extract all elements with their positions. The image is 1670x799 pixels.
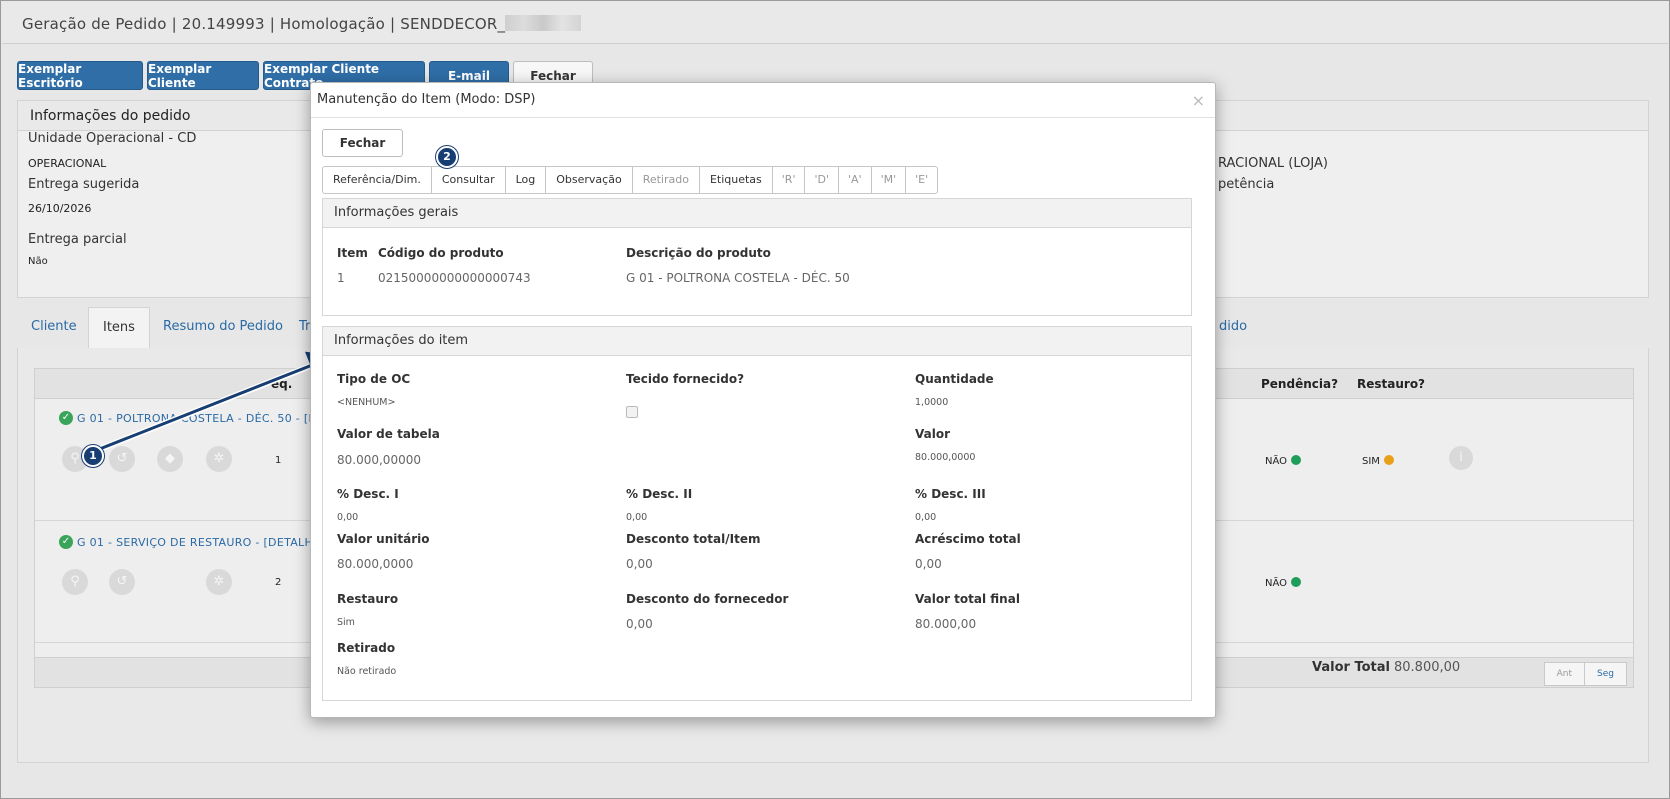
tab-referencia-dim[interactable]: Referência/Dim. [323,167,432,193]
desc2-label: % Desc. II [626,487,693,501]
tab-e[interactable]: 'E' [906,167,937,193]
item-label: Item [337,246,368,260]
item-maintenance-modal: Manutenção do Item (Modo: DSP) × Fechar … [310,82,1216,718]
desc-fornecedor-label: Desconto do fornecedor [626,592,789,606]
item-value: 1 [337,271,345,285]
quantidade-value: 1,0000 [915,397,949,408]
valor-tabela-value: 80.000,00000 [337,453,421,467]
valor-final-label: Valor total final [915,592,1020,606]
acrescimo-value: 0,00 [915,557,942,571]
modal-tab-buttons: Referência/Dim. Consultar Log Observação… [322,166,939,194]
desc1-value: 0,00 [337,512,359,523]
tab-observacao[interactable]: Observação [546,167,633,193]
restauro-label: Restauro [337,592,399,606]
descricao-value: G 01 - POLTRONA COSTELA - DÉC. 50 [626,271,850,285]
quantidade-label: Quantidade [915,372,994,386]
tab-r[interactable]: 'R' [773,167,806,193]
tecido-checkbox[interactable] [626,406,638,418]
desc2-value: 0,00 [626,512,648,523]
acrescimo-label: Acréscimo total [915,532,1021,546]
retirado-label: Retirado [337,641,396,655]
valor-final-value: 80.000,00 [915,617,977,631]
modal-header: Manutenção do Item (Modo: DSP) × [311,83,1215,118]
modal-fechar-button[interactable]: Fechar [322,129,403,157]
valor-value: 80.000,0000 [915,452,976,463]
desc-fornecedor-value: 0,00 [626,617,653,631]
tecido-label: Tecido fornecido? [626,372,745,386]
annotation-badge-2: 2 [436,146,458,168]
tipo-oc-value: <NENHUM> [337,397,396,408]
general-info-header: Informações gerais [323,199,1191,228]
desc-total-value: 0,00 [626,557,653,571]
descricao-label: Descrição do produto [626,246,771,260]
valor-label: Valor [915,427,951,441]
item-info-header: Informações do item [323,327,1191,356]
desc3-label: % Desc. III [915,487,986,501]
tab-retirado[interactable]: Retirado [633,167,700,193]
tab-etiquetas[interactable]: Etiquetas [700,167,773,193]
desc3-value: 0,00 [915,512,937,523]
tab-d[interactable]: 'D' [805,167,840,193]
retirado-value: Não retirado [337,666,397,677]
item-info-section: Informações do item Tipo de OC <NENHUM> … [322,326,1192,701]
valor-tabela-label: Valor de tabela [337,427,440,441]
tab-log[interactable]: Log [506,167,547,193]
desc-total-label: Desconto total/Item [626,532,761,546]
tab-consultar[interactable]: Consultar [432,167,506,193]
general-info-section: Informações gerais Item 1 Código do prod… [322,198,1192,316]
codigo-label: Código do produto [378,246,504,260]
annotation-badge-1: 1 [82,445,104,467]
tab-m[interactable]: 'M' [872,167,907,193]
codigo-value: 02150000000000000743 [378,271,531,285]
restauro-value: Sim [337,617,355,628]
modal-title: Manutenção do Item (Modo: DSP) [317,92,536,107]
close-icon[interactable]: × [1192,91,1205,110]
tab-a[interactable]: 'A' [839,167,872,193]
valor-unit-value: 80.000,0000 [337,557,414,571]
tipo-oc-label: Tipo de OC [337,372,411,386]
desc1-label: % Desc. I [337,487,399,501]
valor-unit-label: Valor unitário [337,532,430,546]
